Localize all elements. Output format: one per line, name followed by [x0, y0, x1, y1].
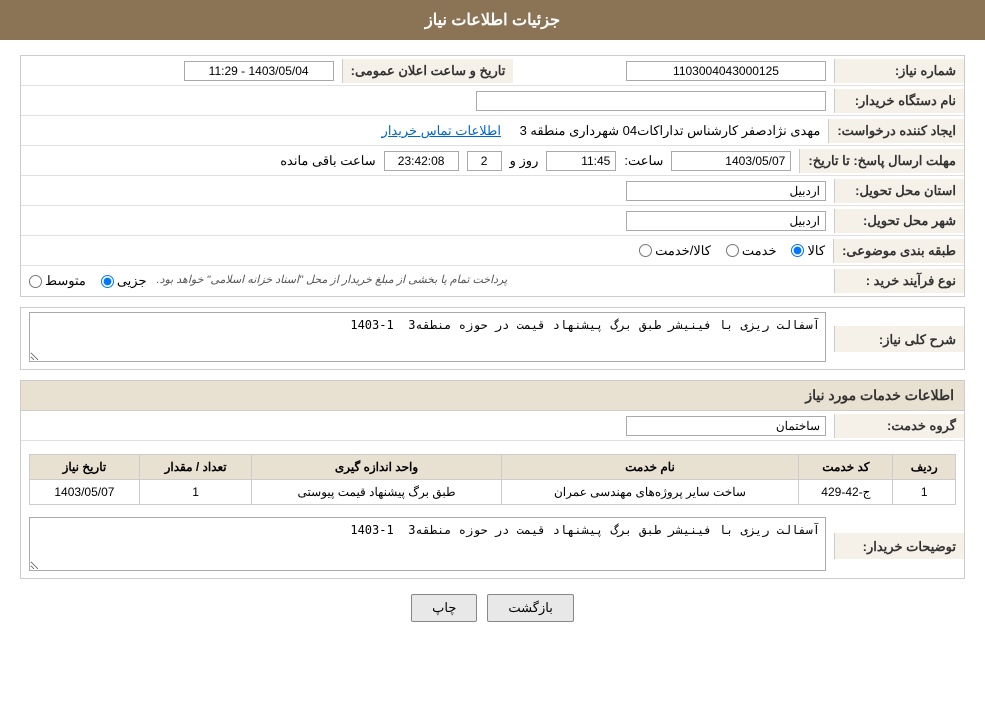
shomare-row: شماره نیاز: تاریخ و ساعت اعلان عمومی:	[21, 56, 964, 86]
tozihat-textarea[interactable]: آسفالت ریزی با فینیشر طبق برگ پیشنهاد قی…	[29, 517, 826, 571]
shahr-row: شهر محل تحویل:	[21, 206, 964, 236]
sharh-label: شرح کلی نیاز:	[834, 326, 964, 352]
col-nam-khedmat: نام خدمت	[501, 455, 799, 480]
radio-motevasset[interactable]	[29, 275, 42, 288]
page-header: جزئیات اطلاعات نیاز	[0, 0, 985, 40]
cell-tedad: 1	[139, 480, 252, 505]
grohe-row: گروه خدمت:	[21, 411, 964, 441]
button-row: بازگشت چاپ	[20, 594, 965, 637]
idad-value: مهدی نژادصفر کارشناس تداراکات04 شهرداری …	[21, 119, 828, 143]
announce-label: تاریخ و ساعت اعلان عمومی:	[342, 59, 514, 83]
print-button[interactable]: چاپ	[411, 594, 477, 622]
mohlat-rooz-input[interactable]	[467, 151, 502, 171]
radio-kala-item: کالا	[791, 243, 825, 259]
radio-kala-khedmat-label: کالا/خدمت	[655, 243, 711, 259]
radio-khedmat-item: خدمت	[726, 243, 777, 259]
back-button[interactable]: بازگشت	[487, 594, 573, 622]
mohlat-label: مهلت ارسال پاسخ: تا تاریخ:	[799, 149, 964, 173]
etelaat-tamas-link[interactable]: اطلاعات تماس خریدار	[382, 123, 501, 138]
radio-jozii[interactable]	[101, 275, 114, 288]
mohlat-saat-label: ساعت باقی مانده	[280, 153, 375, 169]
announce-input[interactable]	[184, 61, 334, 81]
cell-vahed: طبق برگ پیشنهاد قیمت پیوستی	[252, 480, 501, 505]
cell-kod-khedmat: ج-42-429	[799, 480, 893, 505]
mohlat-date-input[interactable]	[671, 151, 791, 171]
cell-nam-khedmat: ساخت سایر پروژه‌های مهندسی عمران	[501, 480, 799, 505]
dastgah-value: شهرداری منطقه 3	[21, 87, 834, 115]
col-tedad: تعداد / مقدار	[139, 455, 252, 480]
grohe-input[interactable]	[626, 416, 826, 436]
sharh-value: آسفالت ریزی با فینیشر طبق برگ پیشنهاد قی…	[21, 308, 834, 369]
ostan-label: استان محل تحویل:	[834, 179, 964, 203]
shahr-label: شهر محل تحویل:	[834, 209, 964, 233]
radio-kala-khedmat[interactable]	[639, 244, 652, 257]
noue-value: متوسط جزیی پرداخت تمام یا بخشی از مبلغ خ…	[21, 269, 834, 293]
radio-kala[interactable]	[791, 244, 804, 257]
col-vahed: واحد اندازه گیری	[252, 455, 501, 480]
dastgah-input[interactable]: شهرداری منطقه 3	[476, 91, 826, 111]
idad-label: ایجاد کننده درخواست:	[828, 119, 964, 143]
services-section: اطلاعات خدمات مورد نیاز گروه خدمت: ردیف …	[20, 380, 965, 579]
shomare-niaz-label: شماره نیاز:	[834, 59, 964, 83]
radio-jozii-item: جزیی	[101, 273, 147, 289]
radio-kala-label: کالا	[807, 243, 825, 259]
tozihat-value: آسفالت ریزی با فینیشر طبق برگ پیشنهاد قی…	[21, 513, 834, 578]
col-tarikh: تاریخ نیاز	[30, 455, 140, 480]
sharh-textarea[interactable]: آسفالت ریزی با فینیشر طبق برگ پیشنهاد قی…	[29, 312, 826, 362]
table-row: 1 ج-42-429 ساخت سایر پروژه‌های مهندسی عم…	[30, 480, 956, 505]
sharh-row: شرح کلی نیاز: آسفالت ریزی با فینیشر طبق …	[21, 308, 964, 369]
noue-label: نوع فرآیند خرید :	[834, 269, 964, 293]
radio-motevasset-label: متوسط	[45, 273, 86, 289]
mohlat-time-label: ساعت:	[624, 153, 663, 169]
services-table-container: ردیف کد خدمت نام خدمت واحد اندازه گیری ت…	[21, 441, 964, 513]
cell-radif: 1	[893, 480, 956, 505]
idad-text: مهدی نژادصفر کارشناس تداراکات04 شهرداری …	[520, 123, 821, 138]
cell-tarikh: 1403/05/07	[30, 480, 140, 505]
grohe-value	[21, 412, 834, 440]
tabaqe-value: کالا/خدمت خدمت کالا	[21, 239, 833, 263]
sharh-section: شرح کلی نیاز: آسفالت ریزی با فینیشر طبق …	[20, 307, 965, 370]
tozihat-label: توضیحات خریدار:	[834, 533, 964, 559]
shomare-niaz-input[interactable]	[626, 61, 826, 81]
mohlat-value: ساعت: روز و ساعت باقی مانده	[21, 147, 799, 175]
ostan-value	[21, 177, 834, 205]
shahr-input[interactable]	[626, 211, 826, 231]
mohlat-row: مهلت ارسال پاسخ: تا تاریخ: ساعت: روز و س…	[21, 146, 964, 176]
services-table: ردیف کد خدمت نام خدمت واحد اندازه گیری ت…	[29, 454, 956, 505]
noue-row: نوع فرآیند خرید : متوسط جزیی	[21, 266, 964, 296]
col-kod-khedmat: کد خدمت	[799, 455, 893, 480]
tabaqe-row: طبقه بندی موضوعی: کالا/خدمت خدمت کالا	[21, 236, 964, 266]
page-title: جزئیات اطلاعات نیاز	[425, 12, 560, 29]
radio-motevasset-item: متوسط	[29, 273, 86, 289]
idad-row: ایجاد کننده درخواست: مهدی نژادصفر کارشنا…	[21, 116, 964, 146]
radio-kala-khedmat-item: کالا/خدمت	[639, 243, 711, 259]
main-info-section: شماره نیاز: تاریخ و ساعت اعلان عمومی: نا…	[20, 55, 965, 297]
tabaqe-label: طبقه بندی موضوعی:	[833, 239, 964, 263]
grohe-label: گروه خدمت:	[834, 414, 964, 438]
mohlat-countdown-input[interactable]	[384, 151, 459, 171]
noue-note: پرداخت تمام یا بخشی از مبلغ خریدار از مح…	[157, 273, 508, 286]
col-radif: ردیف	[893, 455, 956, 480]
dastgah-row: نام دستگاه خریدار: شهرداری منطقه 3	[21, 86, 964, 116]
radio-jozii-label: جزیی	[117, 273, 147, 289]
ostan-row: استان محل تحویل:	[21, 176, 964, 206]
shomare-niaz-value	[513, 57, 834, 85]
ostan-input[interactable]	[626, 181, 826, 201]
radio-khedmat[interactable]	[726, 244, 739, 257]
shahr-value	[21, 207, 834, 235]
tozihat-row: توضیحات خریدار: آسفالت ریزی با فینیشر طب…	[21, 513, 964, 578]
mohlat-rooz-label: روز و	[510, 153, 539, 169]
dastgah-label: نام دستگاه خریدار:	[834, 89, 964, 113]
radio-khedmat-label: خدمت	[742, 243, 777, 259]
announce-value	[21, 57, 342, 85]
services-title: اطلاعات خدمات مورد نیاز	[21, 381, 964, 411]
mohlat-time-input[interactable]	[546, 151, 616, 171]
